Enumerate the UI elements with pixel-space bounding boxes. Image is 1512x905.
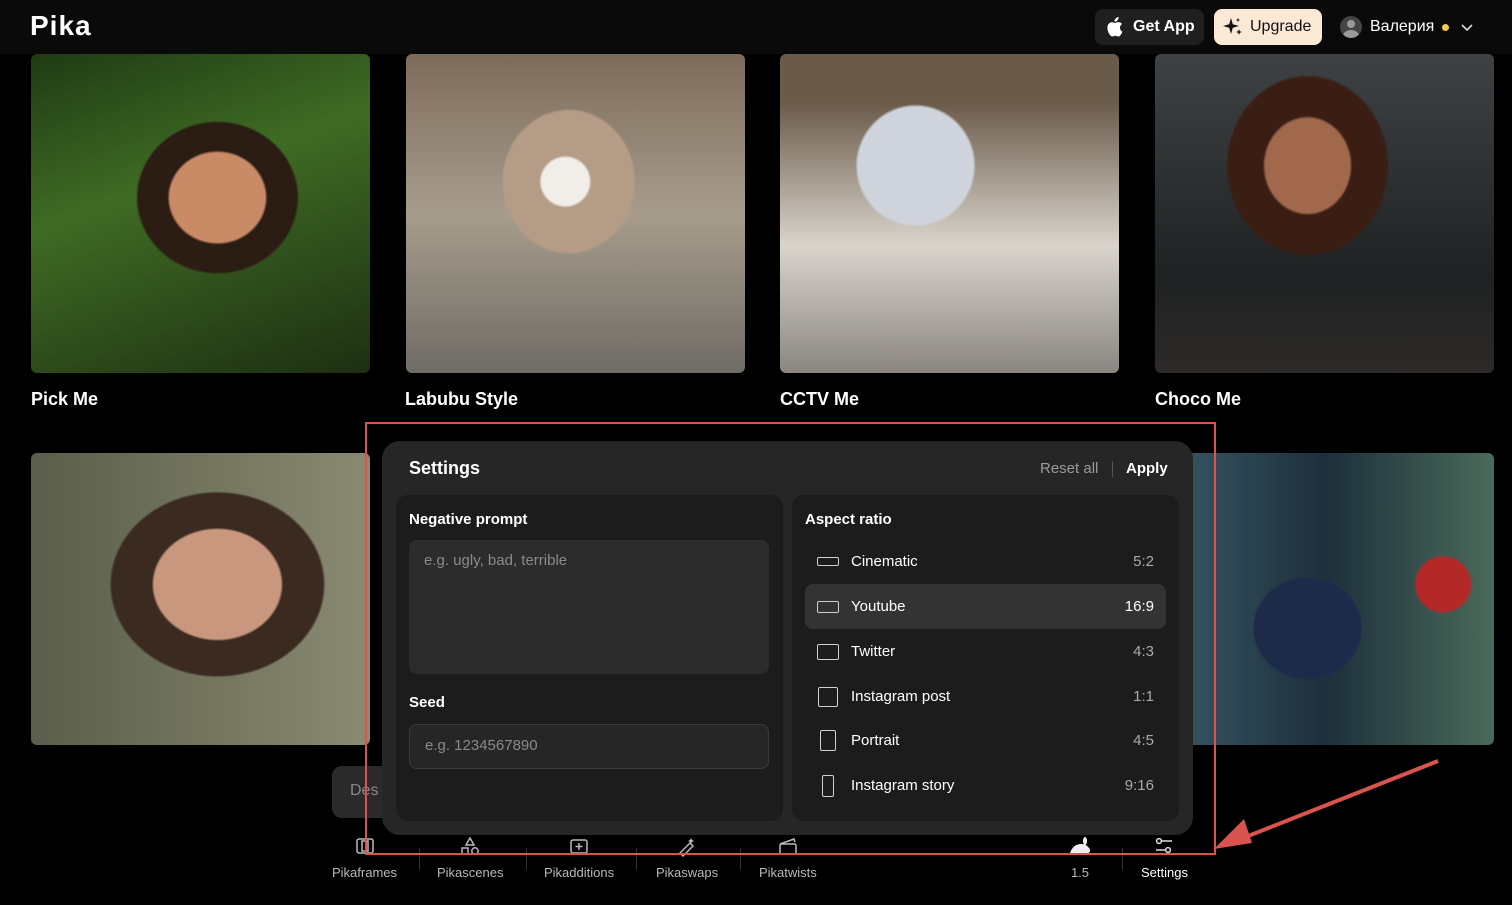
user-name: Валерия	[1370, 18, 1435, 35]
ratio-4-5-icon	[820, 730, 836, 751]
user-menu[interactable]: Валерия	[1340, 9, 1477, 45]
get-app-label: Get App	[1133, 18, 1195, 35]
ratio-value: 4:3	[1133, 643, 1154, 660]
ratio-option-twitter[interactable]: Twitter 4:3	[805, 629, 1166, 674]
negative-prompt-field[interactable]: e.g. ugly, bad, terrible	[409, 540, 769, 674]
tool-label: Pikaframes	[332, 865, 398, 880]
ratio-4-3-icon	[817, 643, 839, 660]
settings-label: Settings	[1141, 865, 1188, 880]
ratio-name: Instagram story	[851, 777, 955, 794]
model-version: 1.5	[1070, 865, 1090, 880]
toolbar-divider	[740, 848, 741, 870]
sliders-icon	[1156, 837, 1173, 854]
settings-panel: Settings Reset all Apply Negative prompt…	[382, 441, 1193, 835]
tool-pikascenes[interactable]: Pikascenes	[437, 835, 503, 885]
ratio-value: 1:1	[1133, 688, 1154, 705]
card-title-labubu-style: Labubu Style	[405, 389, 519, 409]
ratio-name: Instagram post	[851, 688, 951, 705]
ratio-1-1-icon	[818, 686, 838, 707]
frames-icon	[355, 838, 374, 854]
settings-button[interactable]: Settings	[1141, 835, 1188, 885]
seed-label: Seed	[409, 694, 445, 711]
ratio-name: Cinematic	[851, 553, 918, 570]
template-card-portrait-woman[interactable]	[31, 453, 370, 745]
tool-label: Pikadditions	[544, 865, 615, 880]
prompt-settings-box: Negative prompt e.g. ugly, bad, terrible…	[396, 495, 783, 821]
scenes-icon	[461, 836, 480, 855]
pika-logo[interactable]: Pika	[30, 10, 92, 42]
ratio-option-instagram-story[interactable]: Instagram story 9:16	[805, 763, 1166, 808]
template-card-cctv-me[interactable]	[780, 54, 1119, 373]
template-card-jacket-woman[interactable]	[1155, 453, 1494, 745]
tool-label: Pikaswaps	[656, 865, 719, 880]
ratio-option-portrait[interactable]: Portrait 4:5	[805, 718, 1166, 763]
toolbar-divider	[1122, 848, 1123, 870]
prompt-placeholder: Des	[350, 782, 379, 799]
card-title-choco-me: Choco Me	[1155, 389, 1242, 409]
model-selector[interactable]: 1.5	[1068, 835, 1092, 885]
negative-prompt-label: Negative prompt	[409, 511, 528, 528]
avatar	[1340, 16, 1362, 38]
ratio-value: 16:9	[1124, 598, 1154, 615]
sparkle-icon	[1223, 18, 1242, 35]
ratio-value: 4:5	[1133, 732, 1154, 749]
ratio-option-instagram-post[interactable]: Instagram post 1:1	[805, 674, 1166, 719]
ratio-name: Portrait	[851, 732, 900, 749]
annotation-arrow	[1214, 759, 1439, 849]
card-title-pick-me: Pick Me	[31, 389, 99, 409]
ratio-16-9-icon	[817, 600, 839, 613]
template-card-pick-me[interactable]	[31, 54, 370, 373]
upgrade-button[interactable]: Upgrade	[1214, 9, 1322, 45]
ratio-5-2-icon	[817, 557, 839, 566]
tool-pikadditions[interactable]: Pikadditions	[544, 835, 614, 885]
chevron-down-icon	[1461, 24, 1473, 32]
ratio-option-cinematic[interactable]: Cinematic 5:2	[805, 539, 1166, 584]
additions-icon	[570, 839, 588, 854]
toolbar-divider	[636, 848, 637, 870]
tool-pikaswaps[interactable]: Pikaswaps	[656, 835, 718, 885]
toolbar-divider	[419, 848, 420, 870]
top-header: Pika Get App Upgrade Валерия	[0, 0, 1512, 54]
ratio-option-youtube[interactable]: Youtube 16:9	[805, 584, 1166, 629]
aspect-ratio-label: Aspect ratio	[805, 511, 892, 528]
twists-icon	[779, 838, 797, 855]
swaps-icon	[679, 838, 695, 857]
pika-bunny-icon	[1070, 837, 1091, 853]
ratio-name: Youtube	[851, 598, 906, 615]
ratio-value: 9:16	[1124, 777, 1154, 794]
ratio-name: Twitter	[851, 643, 896, 660]
upgrade-label: Upgrade	[1250, 18, 1312, 35]
header-divider	[1112, 461, 1113, 477]
aspect-ratio-box: Aspect ratio Cinematic 5:2 Youtube 16:9 …	[792, 495, 1179, 821]
tool-pikaframes[interactable]: Pikaframes	[332, 835, 397, 885]
reset-all-button[interactable]: Reset all	[1040, 460, 1098, 477]
settings-title: Settings	[409, 458, 481, 478]
tool-pikatwists[interactable]: Pikatwists	[759, 835, 817, 885]
ratio-value: 5:2	[1133, 553, 1154, 570]
get-app-button[interactable]: Get App	[1095, 9, 1204, 45]
status-dot	[1442, 23, 1450, 31]
template-card-choco-me[interactable]	[1155, 54, 1494, 373]
apply-button[interactable]: Apply	[1126, 460, 1168, 477]
toolbar-divider	[526, 848, 527, 870]
card-title-cctv-me: CCTV Me	[780, 389, 860, 409]
tool-label: Pikascenes	[437, 865, 504, 880]
ratio-9-16-icon	[822, 774, 834, 797]
apple-icon	[1107, 17, 1123, 37]
tool-label: Pikatwists	[759, 865, 817, 880]
seed-field[interactable]: e.g. 1234567890	[409, 724, 769, 769]
template-card-labubu-style[interactable]	[406, 54, 745, 373]
